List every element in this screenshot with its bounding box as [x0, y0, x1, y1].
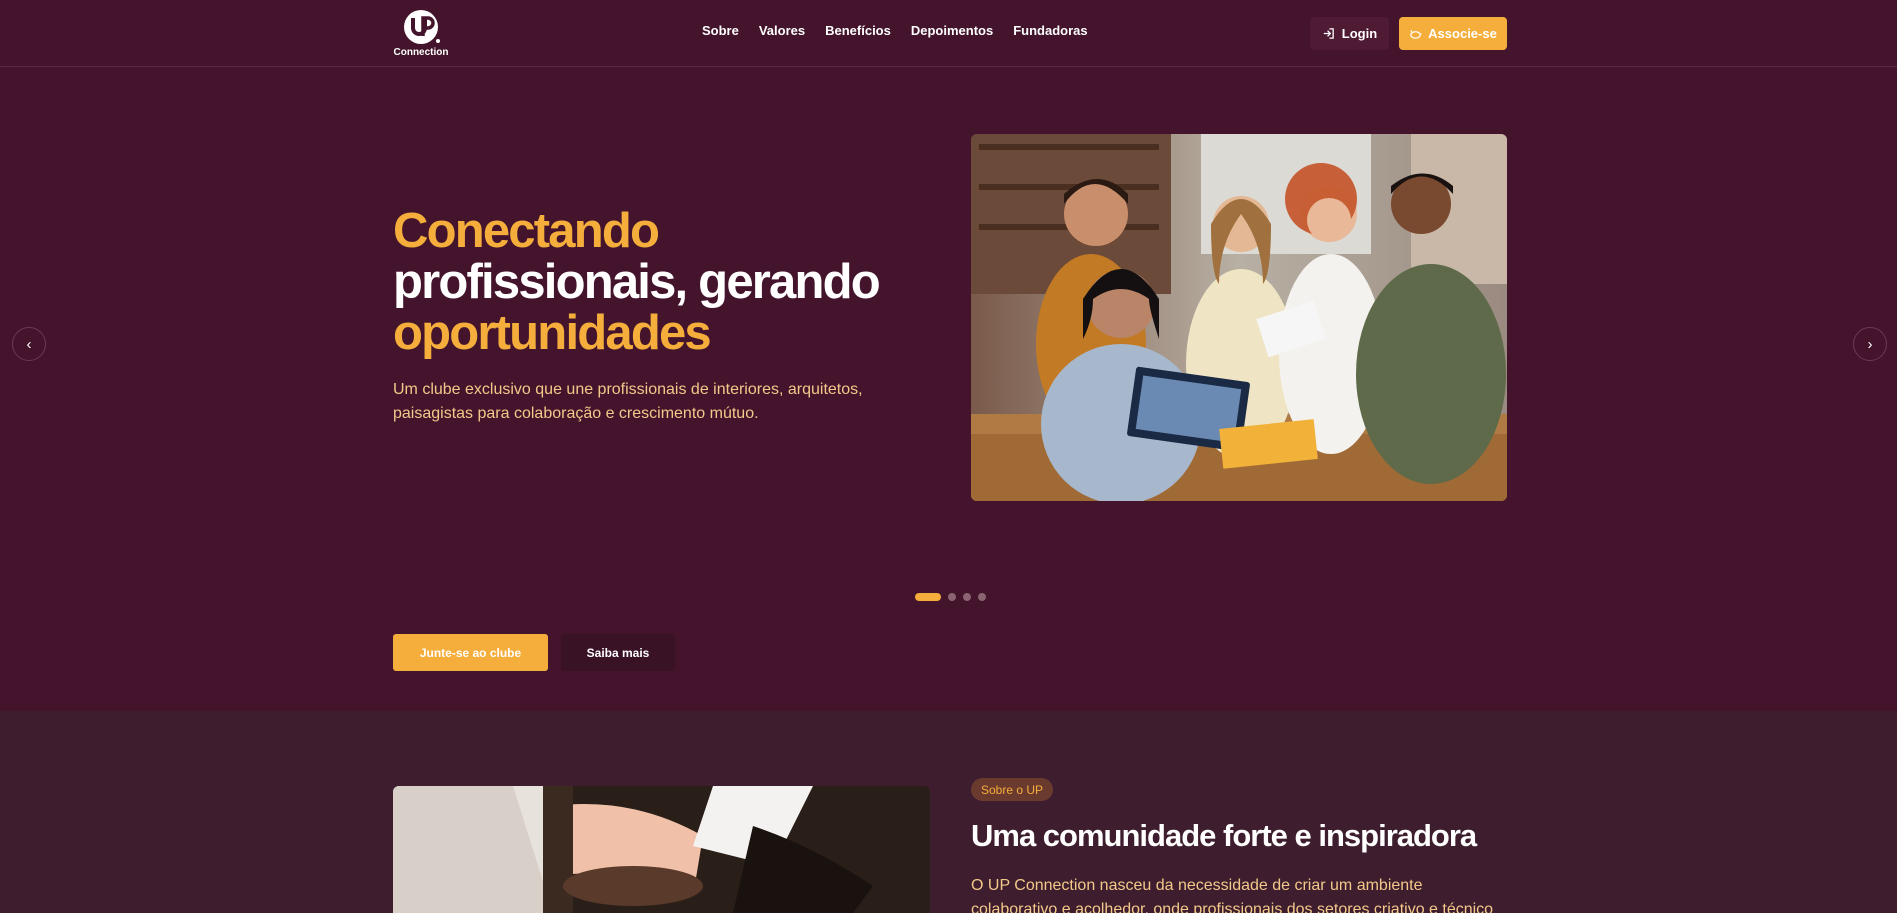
carousel-next-button[interactable]: › — [1853, 327, 1887, 361]
hero-subtitle: Um clube exclusivo que une profissionais… — [393, 381, 863, 422]
hands-photo — [393, 786, 930, 913]
chevron-right-icon: › — [1867, 335, 1873, 353]
chevron-left-icon: ‹ — [26, 335, 32, 353]
learn-more-button[interactable]: Saiba mais — [561, 634, 675, 671]
hero-image — [971, 134, 1507, 501]
main-nav: Sobre Valores Benefícios Depoimentos Fun… — [702, 23, 1088, 38]
login-label: Login — [1341, 26, 1378, 41]
nav-item-sobre[interactable]: Sobre — [702, 23, 739, 38]
carousel-dot-3[interactable] — [963, 593, 971, 601]
nav-item-beneficios[interactable]: Benefícios — [825, 23, 891, 38]
piggy-bank-icon — [1410, 29, 1422, 39]
carousel-dot-2[interactable] — [948, 593, 956, 601]
hero-title: Conectando profissionais, gerando oportu… — [393, 206, 913, 359]
nav-item-depoimentos[interactable]: Depoimentos — [911, 23, 993, 38]
nav-item-valores[interactable]: Valores — [759, 23, 805, 38]
carousel-dot-4[interactable] — [978, 593, 986, 601]
hero-title-line2: profissionais, gerando — [393, 255, 881, 309]
about-title: Uma comunidade forte e inspiradora — [971, 818, 1477, 853]
login-icon — [1323, 28, 1334, 39]
brand-name: Connection — [393, 47, 449, 58]
about-image — [393, 786, 930, 913]
brand-logo[interactable]: Connection — [393, 8, 449, 60]
nav-item-fundadoras[interactable]: Fundadoras — [1013, 23, 1087, 38]
carousel-prev-button[interactable]: ‹ — [12, 327, 46, 361]
site-header: Connection Sobre Valores Benefícios Depo… — [0, 0, 1897, 67]
hero-title-line3: oportunidades — [393, 306, 712, 360]
associe-button[interactable]: Associe-se — [1399, 17, 1507, 50]
about-section — [0, 711, 1897, 913]
associe-label: Associe-se — [1428, 26, 1497, 41]
carousel-indicators — [915, 593, 986, 601]
up-logo-icon — [404, 10, 440, 44]
carousel-dot-1[interactable] — [915, 593, 941, 601]
join-club-button[interactable]: Junte-se ao clube — [393, 634, 548, 671]
about-badge: Sobre o UP — [971, 778, 1054, 801]
hero-title-line1: Conectando — [393, 204, 660, 258]
login-button[interactable]: Login — [1310, 17, 1389, 50]
team-photo — [971, 134, 1507, 501]
about-text: O UP Connection nasceu da necessidade de… — [971, 877, 1494, 913]
